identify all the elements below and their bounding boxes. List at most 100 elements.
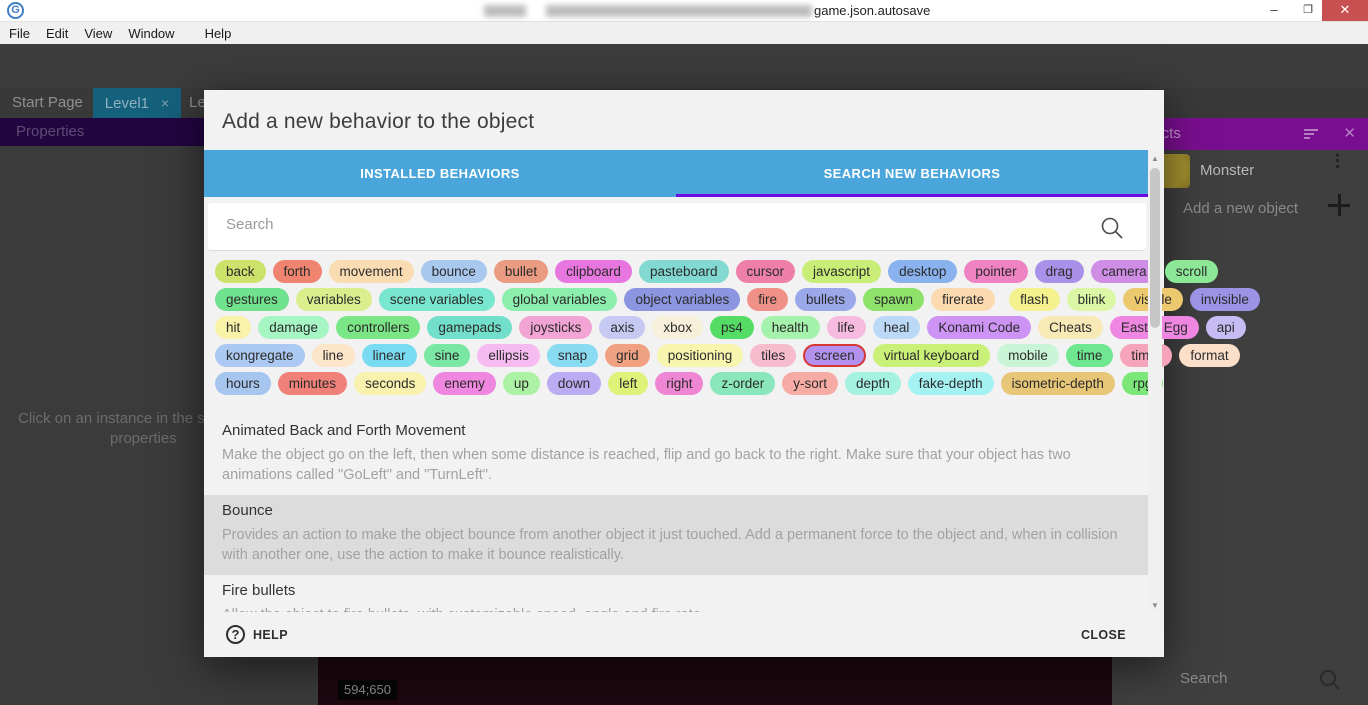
tag-chip-right[interactable]: right — [655, 372, 703, 395]
tag-chip-kongregate[interactable]: kongregate — [215, 344, 305, 367]
tag-chip-hit[interactable]: hit — [215, 316, 251, 339]
tag-chip-bullets[interactable]: bullets — [795, 288, 856, 311]
tag-chip-left[interactable]: left — [608, 372, 648, 395]
menu-item-window[interactable]: Window — [120, 26, 182, 41]
tag-chip-up[interactable]: up — [503, 372, 540, 395]
tag-chip-forth[interactable]: forth — [273, 260, 322, 283]
tag-chip-desktop[interactable]: desktop — [888, 260, 957, 283]
tag-chip-depth[interactable]: depth — [845, 372, 901, 395]
tag-chip-cursor[interactable]: cursor — [736, 260, 796, 283]
tag-chip-bounce[interactable]: bounce — [421, 260, 487, 283]
tag-chip-minutes[interactable]: minutes — [278, 372, 347, 395]
tag-chip-javascript[interactable]: javascript — [802, 260, 881, 283]
tag-chip-axis[interactable]: axis — [599, 316, 645, 339]
tag-chip-spawn[interactable]: spawn — [863, 288, 924, 311]
tag-chip-seconds[interactable]: seconds — [354, 372, 426, 395]
scroll-up-icon[interactable]: ▲ — [1148, 154, 1162, 163]
tag-chip-bullet[interactable]: bullet — [494, 260, 548, 283]
tag-chip-flash[interactable]: flash — [1009, 288, 1060, 311]
tag-chip-global-variables[interactable]: global variables — [502, 288, 618, 311]
tag-chip-controllers[interactable]: controllers — [336, 316, 420, 339]
filter-icon[interactable] — [1304, 129, 1318, 141]
restore-button[interactable]: ❐ — [1292, 0, 1324, 21]
tag-chip-cheats[interactable]: Cheats — [1038, 316, 1103, 339]
object-menu-icon[interactable]: ⋮ — [1329, 156, 1346, 165]
tab-level1[interactable]: Level1 × — [93, 88, 181, 118]
scroll-down-icon[interactable]: ▼ — [1148, 601, 1162, 610]
tag-chip-xbox[interactable]: xbox — [652, 316, 703, 339]
tab-start-page[interactable]: Start Page — [12, 94, 83, 111]
tag-chip-down[interactable]: down — [547, 372, 601, 395]
menu-item-file[interactable]: File — [1, 26, 38, 41]
tag-chip-snap[interactable]: snap — [547, 344, 598, 367]
tab-installed-behaviors[interactable]: INSTALLED BEHAVIORS — [204, 150, 676, 197]
tag-chip-object-variables[interactable]: object variables — [624, 288, 740, 311]
tag-chip-gamepads[interactable]: gamepads — [427, 316, 512, 339]
tag-chip-konami-code[interactable]: Konami Code — [927, 316, 1031, 339]
tag-chip-line[interactable]: line — [312, 344, 355, 367]
tag-chip-blink[interactable]: blink — [1067, 288, 1117, 311]
panel-close-icon[interactable]: ✕ — [1343, 124, 1356, 142]
tag-chip-sine[interactable]: sine — [424, 344, 471, 367]
close-window-button[interactable]: ✕ — [1322, 0, 1368, 21]
tag-chip-gestures[interactable]: gestures — [215, 288, 289, 311]
tag-chip-isometric-depth[interactable]: isometric-depth — [1001, 372, 1115, 395]
tab-close-icon[interactable]: × — [161, 95, 169, 111]
tag-chip-scroll[interactable]: scroll — [1165, 260, 1219, 283]
behavior-name: Fire bullets — [222, 583, 1130, 599]
behavior-list-item[interactable]: Fire bulletsAllow the object to fire bul… — [204, 575, 1148, 612]
tag-chip-back[interactable]: back — [215, 260, 266, 283]
tag-chip-clipboard[interactable]: clipboard — [555, 260, 632, 283]
behavior-list-item[interactable]: Animated Back and Forth MovementMake the… — [204, 415, 1148, 495]
tag-chip-pasteboard[interactable]: pasteboard — [639, 260, 729, 283]
tag-chip-invisible[interactable]: invisible — [1190, 288, 1260, 311]
behavior-name: Animated Back and Forth Movement — [222, 423, 1130, 439]
tag-chip-joysticks[interactable]: joysticks — [519, 316, 592, 339]
tag-chip-y-sort[interactable]: y-sort — [782, 372, 838, 395]
tag-chip-mobile[interactable]: mobile — [997, 344, 1059, 367]
tag-chip-movement[interactable]: movement — [329, 260, 414, 283]
tag-chip-tiles[interactable]: tiles — [750, 344, 796, 367]
tag-chip-firerate[interactable]: firerate — [931, 288, 995, 311]
dialog-scrollbar[interactable]: ▲ ▼ — [1148, 152, 1162, 612]
tag-chip-variables[interactable]: variables — [296, 288, 372, 311]
tag-chip-positioning[interactable]: positioning — [657, 344, 744, 367]
menu-item-edit[interactable]: Edit — [38, 26, 76, 41]
tag-chip-timer[interactable]: timer — [1120, 344, 1172, 367]
tag-chip-screen[interactable]: screen — [803, 344, 866, 367]
close-dialog-button[interactable]: CLOSE — [1081, 628, 1126, 642]
tag-chip-drag[interactable]: drag — [1035, 260, 1084, 283]
tag-chip-grid[interactable]: grid — [605, 344, 650, 367]
tag-chip-fake-depth[interactable]: fake-depth — [908, 372, 994, 395]
objects-search-input[interactable] — [1180, 670, 1300, 687]
menu-item-view[interactable]: View — [76, 26, 120, 41]
add-object-plus-icon[interactable] — [1328, 194, 1350, 216]
tag-chip-format[interactable]: format — [1179, 344, 1239, 367]
tag-chip-enemy[interactable]: enemy — [433, 372, 496, 395]
tag-chip-ps4[interactable]: ps4 — [710, 316, 754, 339]
tag-chip-pointer[interactable]: pointer — [964, 260, 1027, 283]
tag-chip-heal[interactable]: heal — [873, 316, 921, 339]
object-list-item[interactable]: Monster — [1200, 162, 1254, 179]
tag-chip-scene-variables[interactable]: scene variables — [379, 288, 495, 311]
minimize-button[interactable]: – — [1258, 0, 1290, 21]
tag-chip-z-order[interactable]: z-order — [710, 372, 775, 395]
help-button[interactable]: ? HELP — [226, 625, 288, 644]
behavior-search-input[interactable] — [226, 216, 1086, 233]
tag-chip-row: back forth movement bounce bullet clipboard pa… — [215, 260, 1145, 283]
tag-chip-time[interactable]: time — [1066, 344, 1114, 367]
tag-chip-life[interactable]: life — [827, 316, 866, 339]
tag-chip-api[interactable]: api — [1206, 316, 1246, 339]
tab-search-new-behaviors[interactable]: SEARCH NEW BEHAVIORS — [676, 150, 1148, 197]
tag-chip-health[interactable]: health — [761, 316, 820, 339]
tag-chip-ellipsis[interactable]: ellipsis — [477, 344, 540, 367]
tag-chip-damage[interactable]: damage — [258, 316, 329, 339]
tag-chip-fire[interactable]: fire — [747, 288, 788, 311]
scrollbar-thumb[interactable] — [1150, 168, 1160, 328]
tag-chip-virtual-keyboard[interactable]: virtual keyboard — [873, 344, 990, 367]
menu-item-help[interactable]: Help — [197, 26, 240, 41]
behavior-list-item[interactable]: BounceProvides an action to make the obj… — [204, 495, 1148, 575]
tag-chip-linear[interactable]: linear — [362, 344, 417, 367]
tag-chip-hours[interactable]: hours — [215, 372, 271, 395]
add-object-label[interactable]: Add a new object — [1183, 200, 1298, 217]
